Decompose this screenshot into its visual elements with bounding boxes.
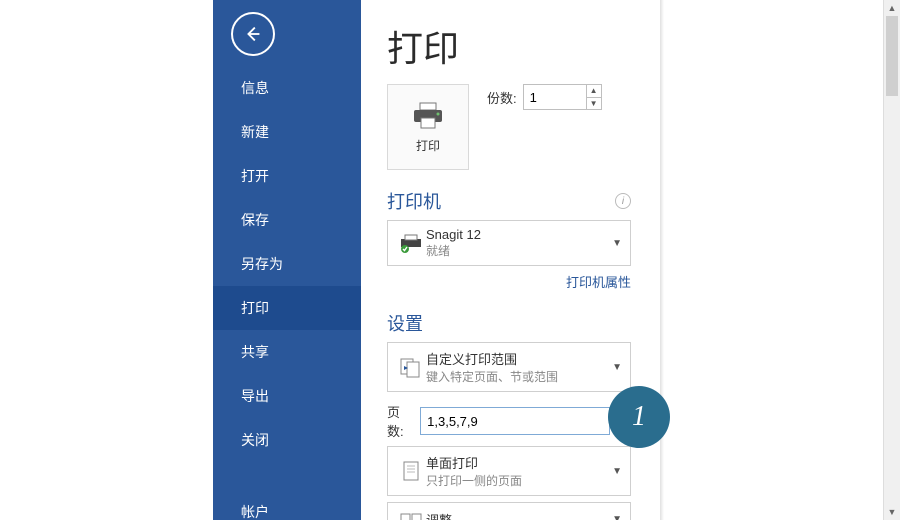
sidebar-item-print[interactable]: 打印 bbox=[213, 286, 361, 330]
pages-range-icon bbox=[396, 356, 426, 378]
chevron-down-icon: ▼ bbox=[612, 514, 622, 520]
printer-status: 就绪 bbox=[426, 242, 612, 259]
collate-title: 调整 bbox=[426, 510, 612, 520]
pages-label: 页数: bbox=[387, 402, 414, 440]
arrow-left-icon bbox=[242, 23, 264, 45]
copies-decrement[interactable]: ▼ bbox=[587, 98, 601, 110]
sides-sub: 只打印一侧的页面 bbox=[426, 472, 612, 489]
printer-ready-icon bbox=[396, 233, 426, 253]
printer-section-title: 打印机 bbox=[387, 188, 441, 214]
settings-section-title: 设置 bbox=[387, 310, 423, 336]
sidebar-item-share[interactable]: 共享 bbox=[213, 330, 361, 374]
print-button-label: 打印 bbox=[416, 137, 440, 154]
scroll-thumb[interactable] bbox=[886, 16, 898, 96]
single-side-icon bbox=[396, 460, 426, 482]
chevron-down-icon: ▼ bbox=[612, 466, 622, 477]
sides-title: 单面打印 bbox=[426, 453, 612, 472]
scroll-down-icon[interactable]: ▼ bbox=[884, 504, 900, 520]
sidebar-item-saveas[interactable]: 另存为 bbox=[213, 242, 361, 286]
sidebar-item-info[interactable]: 信息 bbox=[213, 66, 361, 110]
print-range-dropdown[interactable]: 自定义打印范围 键入特定页面、节或范围 ▼ bbox=[387, 342, 631, 392]
preview-divider bbox=[660, 0, 664, 520]
sidebar-item-new[interactable]: 新建 bbox=[213, 110, 361, 154]
pages-input[interactable] bbox=[420, 407, 610, 435]
copies-increment[interactable]: ▲ bbox=[587, 85, 601, 98]
sidebar-item-account[interactable]: 帐户 bbox=[213, 490, 361, 520]
sidebar-item-close[interactable]: 关闭 bbox=[213, 418, 361, 462]
copies-input[interactable] bbox=[524, 85, 586, 109]
printer-icon bbox=[410, 101, 446, 131]
copies-label: 份数: bbox=[487, 88, 517, 107]
copies-spinner[interactable]: ▲ ▼ bbox=[523, 84, 602, 110]
chevron-down-icon: ▼ bbox=[612, 238, 622, 249]
sidebar-item-open[interactable]: 打开 bbox=[213, 154, 361, 198]
scroll-up-icon[interactable]: ▲ bbox=[884, 0, 900, 16]
chevron-down-icon: ▼ bbox=[612, 362, 622, 373]
sidebar-item-save[interactable]: 保存 bbox=[213, 198, 361, 242]
printer-name: Snagit 12 bbox=[426, 227, 612, 242]
sidebar-item-export[interactable]: 导出 bbox=[213, 374, 361, 418]
backstage-sidebar: 信息 新建 打开 保存 另存为 打印 共享 导出 关闭 帐户 选项 bbox=[213, 0, 361, 520]
printer-info-icon[interactable]: i bbox=[615, 193, 631, 209]
print-button[interactable]: 打印 bbox=[387, 84, 469, 170]
print-range-title: 自定义打印范围 bbox=[426, 349, 612, 368]
collate-icon bbox=[396, 509, 426, 520]
back-button[interactable] bbox=[231, 12, 275, 56]
printer-properties-link[interactable]: 打印机属性 bbox=[566, 275, 631, 290]
step-badge: 1 bbox=[608, 386, 670, 448]
page-title: 打印 bbox=[387, 20, 631, 72]
print-range-sub: 键入特定页面、节或范围 bbox=[426, 368, 612, 385]
sides-dropdown[interactable]: 单面打印 只打印一侧的页面 ▼ bbox=[387, 446, 631, 496]
printer-dropdown[interactable]: Snagit 12 就绪 ▼ bbox=[387, 220, 631, 266]
collate-dropdown[interactable]: 调整 ▼ bbox=[387, 502, 631, 520]
settings-scrollbar[interactable]: ▲ ▼ bbox=[883, 0, 900, 520]
